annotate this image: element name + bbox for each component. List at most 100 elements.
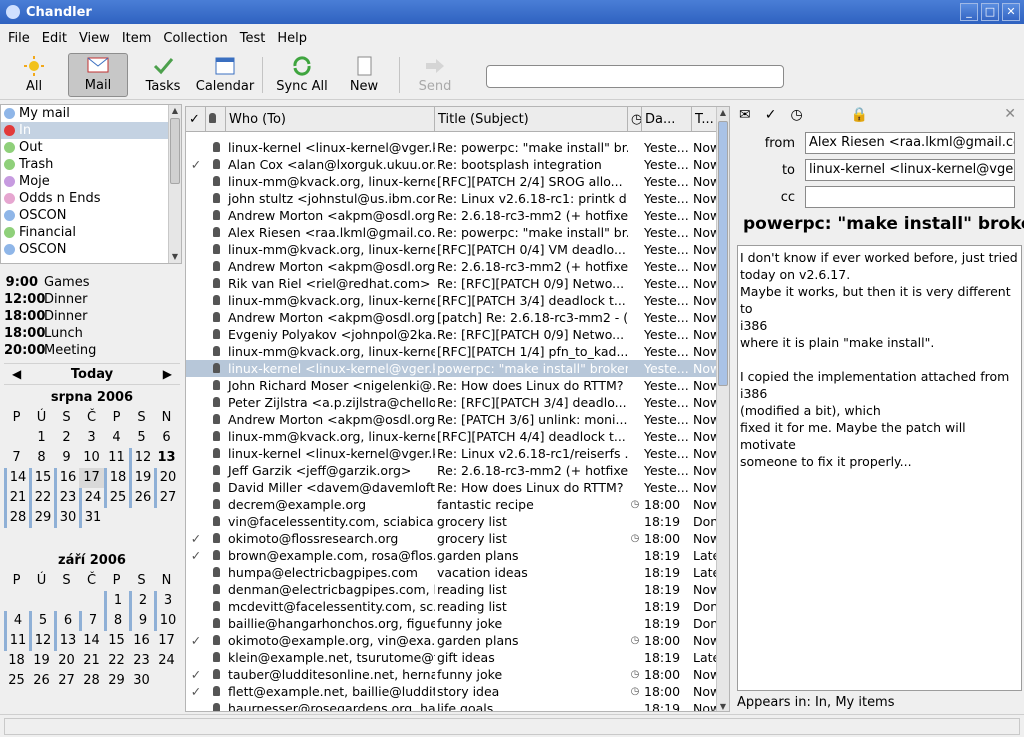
scroll-down-arrow[interactable]: ▼ <box>717 701 729 711</box>
calendar-day[interactable]: 16 <box>129 631 154 651</box>
table-row[interactable]: Andrew Morton <akpm@osdl.org> Re: [PATCH … <box>186 411 717 428</box>
row-triage[interactable]: Now <box>692 446 717 461</box>
calendar-day[interactable]: 23 <box>129 651 154 671</box>
calendar-day[interactable]: 28 <box>79 671 104 691</box>
table-row[interactable]: linux-kernel <linux-kernel@vger.k... Re: … <box>186 139 717 156</box>
close-icon[interactable]: ✕ <box>1004 106 1016 122</box>
calendar-day[interactable]: 13 <box>154 448 179 468</box>
calendar-day[interactable]: 18 <box>4 651 29 671</box>
calendar-day[interactable]: 4 <box>104 428 129 448</box>
table-row[interactable]: ✓ flett@example.net, baillie@luddit... sto… <box>186 683 717 700</box>
from-input[interactable]: Alex Riesen <raa.lkml@gmail.com> <box>805 132 1015 154</box>
event-item[interactable]: 18:00 Lunch <box>4 325 180 342</box>
calendar-day[interactable]: 7 <box>79 611 104 631</box>
table-row[interactable]: linux-mm@kvack.org, linux-kerne... [RFC][… <box>186 428 717 445</box>
menu-item[interactable]: Item <box>122 31 152 46</box>
read-checkmark[interactable]: ✓ <box>186 157 206 172</box>
calendar-day[interactable]: 21 <box>79 651 104 671</box>
table-row[interactable]: denman@electricbagpipes.com, b... reading… <box>186 581 717 598</box>
table-row[interactable]: Andrew Morton <akpm@osdl.org> [patch] Re:… <box>186 309 717 326</box>
event-item[interactable]: 9:00 Games <box>4 274 180 291</box>
header-person-icon[interactable] <box>206 107 226 131</box>
table-row[interactable]: Andrew Morton <akpm@osdl.org> Re: 2.6.18-… <box>186 207 717 224</box>
calendar-day[interactable]: 3 <box>154 591 179 611</box>
calendar-day[interactable]: 3 <box>79 428 104 448</box>
calendar-day[interactable]: 29 <box>29 508 54 528</box>
calendar-day[interactable]: 7 <box>4 448 29 468</box>
table-row[interactable]: linux-kernel <linux-kernel@vger.k... Re: … <box>186 445 717 462</box>
table-row[interactable]: Peter Zijlstra <a.p.zijlstra@chello... Re… <box>186 394 717 411</box>
calendar-day[interactable]: 24 <box>79 488 104 508</box>
calendar-day[interactable]: 20 <box>54 651 79 671</box>
calendar-day[interactable]: 22 <box>104 651 129 671</box>
menu-test[interactable]: Test <box>240 31 266 46</box>
table-row[interactable]: ✓ tauber@ludditesonline.net, hernai... fun… <box>186 666 717 683</box>
scroll-thumb[interactable] <box>170 118 180 184</box>
calendar-day[interactable]: 6 <box>154 428 179 448</box>
scroll-up-arrow[interactable]: ▲ <box>169 105 181 117</box>
calendar-day[interactable]: 2 <box>54 428 79 448</box>
read-checkmark[interactable]: ✓ <box>186 531 206 546</box>
menu-file[interactable]: File <box>8 31 30 46</box>
calendar-day[interactable]: 25 <box>104 488 129 508</box>
collection-item[interactable]: In <box>1 122 181 139</box>
lock-icon[interactable]: 🔒 <box>851 107 868 123</box>
collection-color-icon[interactable] <box>4 227 15 238</box>
collection-item[interactable]: Out <box>1 139 181 156</box>
collection-item[interactable]: Financial <box>1 224 181 241</box>
read-checkmark[interactable]: ✓ <box>186 548 206 563</box>
table-row[interactable]: Alex Riesen <raa.lkml@gmail.co... Re: pow… <box>186 224 717 241</box>
prev-month-arrow[interactable]: ◀ <box>4 367 29 381</box>
table-row[interactable]: Jeff Garzik <jeff@garzik.org> Re: 2.6.18-… <box>186 462 717 479</box>
row-triage[interactable]: Now <box>692 242 717 257</box>
row-triage[interactable]: Done <box>692 616 717 631</box>
table-row[interactable]: Andrew Morton <akpm@osdl.org> Re: 2.6.18-… <box>186 258 717 275</box>
row-triage[interactable]: Now <box>692 395 717 410</box>
row-triage[interactable]: Now <box>692 225 717 240</box>
calendar-day[interactable]: 9 <box>54 448 79 468</box>
maximize-button[interactable]: □ <box>981 3 999 21</box>
calendar-day[interactable]: 25 <box>4 671 29 691</box>
collection-item[interactable]: Odds n Ends <box>1 190 181 207</box>
table-row[interactable]: decrem@example.org fantastic recipe ◷ 18:00… <box>186 496 717 513</box>
row-triage[interactable]: Late <box>692 650 717 665</box>
collection-color-icon[interactable] <box>4 244 15 255</box>
mail-table-scrollbar[interactable]: ▲ ▼ <box>716 107 729 711</box>
table-row[interactable]: ✓ Alan Cox <alan@lxorguk.ukuu.or... Re: bo… <box>186 156 717 173</box>
row-triage[interactable]: Later <box>692 548 717 563</box>
calendar-day[interactable]: 10 <box>154 611 179 631</box>
row-triage[interactable]: Now <box>692 157 717 172</box>
calendar-day[interactable]: 26 <box>29 671 54 691</box>
task-check-icon[interactable]: ✓ <box>765 107 777 123</box>
calendar-day[interactable]: 15 <box>29 468 54 488</box>
header-who[interactable]: Who (To) <box>226 107 435 131</box>
collection-item[interactable]: OSCON <box>1 241 181 258</box>
header-date[interactable]: Da... <box>642 107 692 131</box>
calendar-day[interactable]: 27 <box>154 488 179 508</box>
minimize-button[interactable]: _ <box>960 3 978 21</box>
collection-color-icon[interactable] <box>4 159 15 170</box>
table-row[interactable]: John Richard Moser <nigelenki@... Re: How… <box>186 377 717 394</box>
calendar-day[interactable]: 18 <box>104 468 129 488</box>
scroll-down-arrow[interactable]: ▼ <box>169 251 181 263</box>
calendar-day[interactable]: 19 <box>29 651 54 671</box>
row-triage[interactable]: Later <box>692 565 717 580</box>
calendar-day[interactable]: 13 <box>54 631 79 651</box>
calendar-day[interactable]: 28 <box>4 508 29 528</box>
clock-icon[interactable]: ◷ <box>790 107 802 123</box>
calendar-day[interactable]: 6 <box>54 611 79 631</box>
menu-help[interactable]: Help <box>277 31 307 46</box>
table-row[interactable]: Rik van Riel <riel@redhat.com> Re: [RFC][… <box>186 275 717 292</box>
scroll-thumb[interactable] <box>718 121 728 386</box>
calendar-day[interactable]: 19 <box>129 468 154 488</box>
table-row[interactable]: Evgeniy Polyakov <johnpol@2ka... Re: [RFC… <box>186 326 717 343</box>
table-row[interactable]: linux-mm@kvack.org, linux-kerne... [RFC][… <box>186 343 717 360</box>
calendar-day[interactable]: 11 <box>4 631 29 651</box>
table-row[interactable]: ✓ okimoto@flossresearch.org grocery list ◷ 1… <box>186 530 717 547</box>
calendar-day[interactable]: 11 <box>104 448 129 468</box>
scroll-up-arrow[interactable]: ▲ <box>717 107 729 119</box>
row-triage[interactable]: Now <box>692 344 717 359</box>
header-read-check[interactable]: ✓ <box>186 107 206 131</box>
calendar-day[interactable]: 27 <box>54 671 79 691</box>
read-checkmark[interactable]: ✓ <box>186 633 206 648</box>
